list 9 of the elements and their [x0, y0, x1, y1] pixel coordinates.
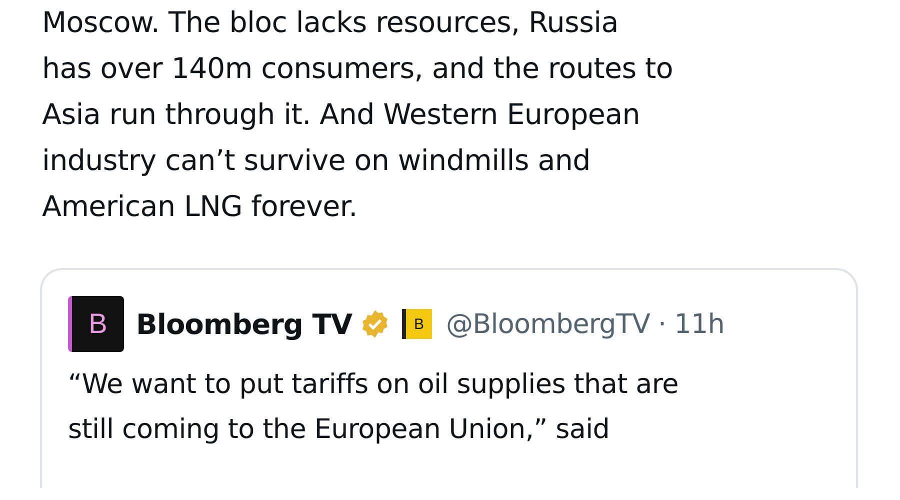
avatar[interactable]: B	[68, 296, 124, 352]
affiliate-badge: B	[402, 309, 432, 339]
account-handle[interactable]: @BloombergTV	[446, 308, 650, 340]
account-name[interactable]: Bloomberg TV	[136, 308, 352, 340]
post-time[interactable]: 11h	[674, 308, 725, 340]
quoted-post-text: “We want to put tariffs on oil supplies that are still coming to the European Union,” said	[68, 368, 680, 447]
separator: ·	[658, 308, 666, 340]
quoted-post-card[interactable]: B Bloomberg TV B @BloombergTV · 11h “We want to put tariffs on oil supplies that are still coming to the European Union,” said	[40, 268, 858, 488]
post-text: Moscow. The bloc lacks resources, Russia has over 140m consumers, and the routes to Asia run through it. And Western European industry can’t survive on windmills and American LNG forever.	[42, 5, 674, 225]
